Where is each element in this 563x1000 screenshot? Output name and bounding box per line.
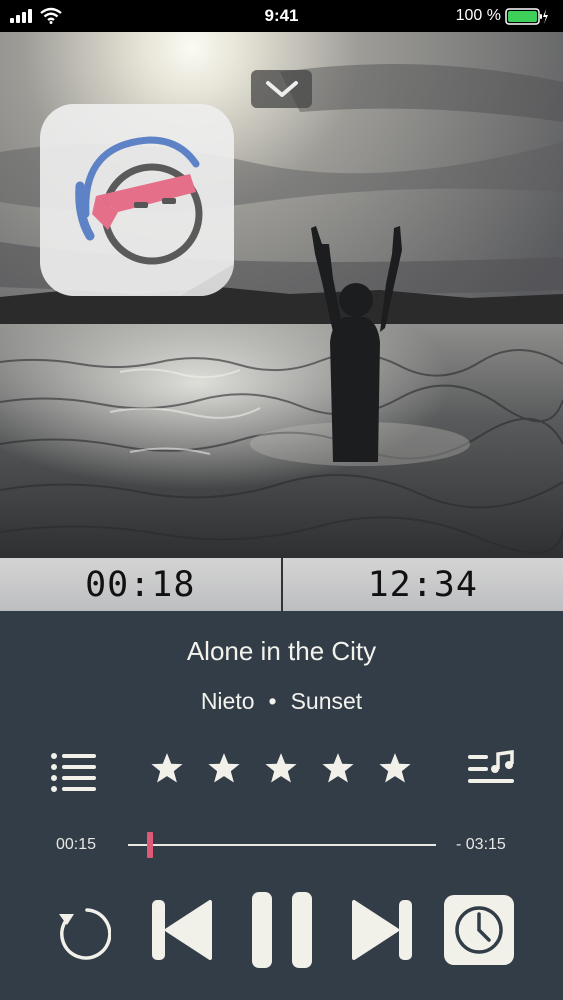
clock-icon <box>455 906 503 954</box>
app-logo <box>40 104 234 296</box>
remaining-time: - 03:15 <box>456 836 506 853</box>
alarm-time: 12:34 <box>367 564 478 605</box>
star-icon[interactable] <box>378 751 412 785</box>
star-icon[interactable] <box>150 751 184 785</box>
time-display-bar: 00:18 12:34 <box>0 558 563 611</box>
headphones-face-icon <box>75 136 234 296</box>
status-bar: 9:41 100 % <box>0 0 563 32</box>
star-icon[interactable] <box>264 751 298 785</box>
skip-back-icon[interactable] <box>150 898 214 962</box>
music-queue-icon[interactable] <box>466 749 516 793</box>
star-icon[interactable] <box>207 751 241 785</box>
star-rating[interactable] <box>150 751 412 785</box>
battery-percentage: 100 % <box>455 7 501 24</box>
chevron-down-icon <box>265 81 298 97</box>
track-subtitle: Nieto • Sunset <box>0 688 563 715</box>
progress-slider[interactable] <box>128 844 436 846</box>
album-artwork <box>0 32 563 560</box>
album-name: Sunset <box>290 688 363 714</box>
progress-thumb[interactable] <box>146 832 153 858</box>
collapse-button[interactable] <box>251 70 312 108</box>
separator-dot: • <box>268 688 277 714</box>
skip-forward-icon[interactable] <box>350 898 414 962</box>
artist-name: Nieto <box>200 688 255 714</box>
list-icon[interactable] <box>50 751 98 793</box>
battery-icon <box>505 8 548 25</box>
repeat-icon[interactable] <box>55 900 111 962</box>
sleep-timer-button[interactable] <box>444 895 514 965</box>
elapsed-time: 00:15 <box>56 836 97 853</box>
track-title: Alone in the City <box>186 636 377 666</box>
star-icon[interactable] <box>321 751 355 785</box>
current-clock-time: 00:18 <box>85 564 196 605</box>
pause-icon[interactable] <box>250 890 314 970</box>
